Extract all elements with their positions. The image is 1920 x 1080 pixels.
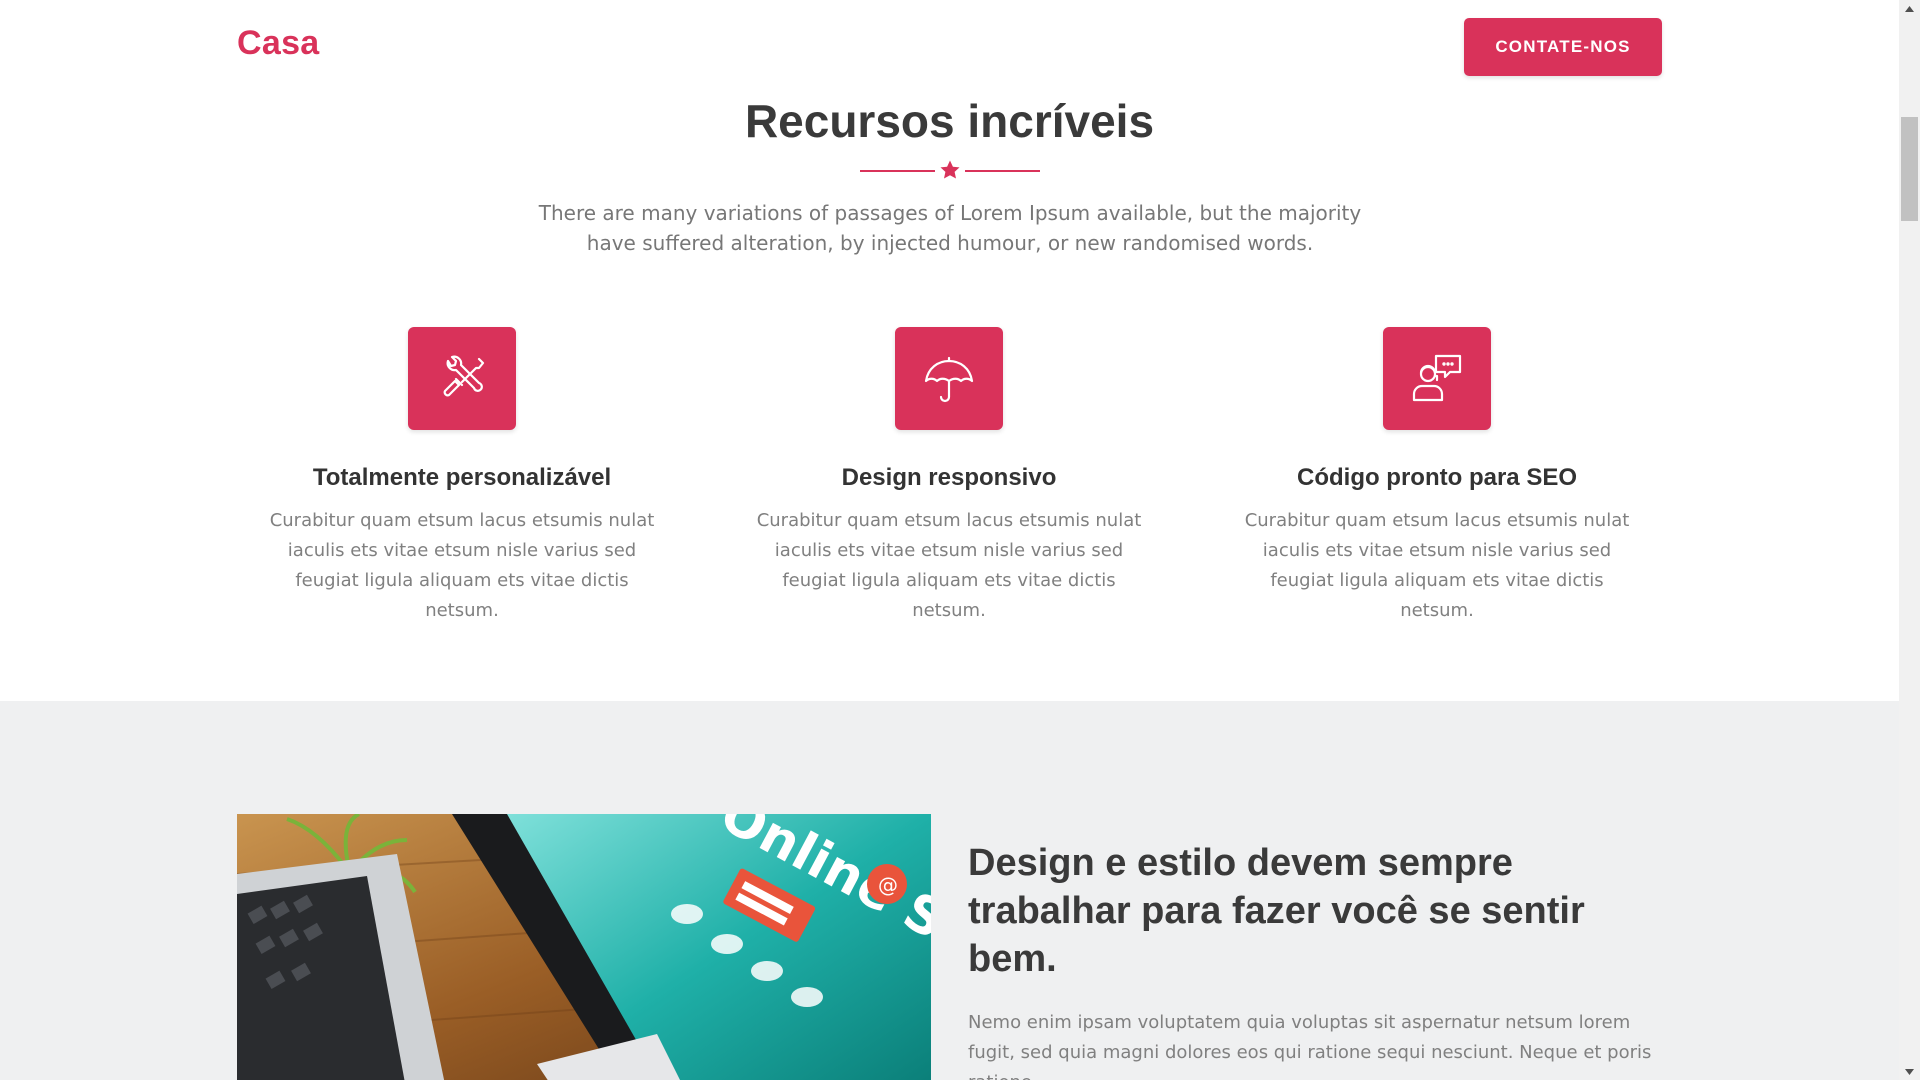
feature-icon-box [408,327,516,430]
site-header: Casa CONTATE-NOS [0,0,1899,94]
features-section: Recursos incríveis There are many variat… [0,94,1899,701]
scroll-down-arrow-icon[interactable] [1899,1063,1920,1080]
online-shopping-illustration: Online Shopping @ [237,814,931,1080]
divider-line-left [860,170,935,172]
feature-card-responsive: Design responsivo Curabitur quam etsum l… [739,327,1159,626]
feature-title: Design responsivo [841,464,1057,491]
feature-title: Totalmente personalizável [312,464,612,491]
about-text: Nemo enim ipsam voluptatem quia voluptas… [968,1012,1652,1080]
online-shopping-image: Online Shopping @ [237,814,931,1080]
scrollbar-thumb[interactable] [1901,117,1918,221]
support-chat-icon [1412,354,1462,401]
tools-icon [443,355,485,396]
features-title: Recursos incríveis [744,95,1155,147]
svg-text:@: @ [878,873,898,897]
page: Casa CONTATE-NOS Recursos incríveis Ther… [0,0,1899,1080]
umbrella-icon [924,356,974,402]
scroll-up-arrow-icon[interactable] [1899,0,1920,17]
feature-icon-box [1383,327,1491,430]
site-logo[interactable]: Casa [237,24,319,63]
star-icon [940,160,960,179]
feature-title: Código pronto para SEO [1297,464,1577,491]
title-divider [860,158,1040,184]
feature-description: Curabitur quam etsum lacus etsumis nulat… [756,510,1142,621]
features-description: There are many variations of passages of… [538,201,1362,255]
vertical-scrollbar[interactable] [1899,0,1920,1080]
divider-line-right [965,170,1040,172]
feature-icon-box [895,327,1003,430]
about-section: Online Shopping @ Design e estilo devem … [0,701,1899,1080]
feature-card-customizable: Totalmente personalizável Curabitur quam… [252,327,672,626]
feature-card-seo: Código pronto para SEO Curabitur quam et… [1227,327,1647,626]
feature-description: Curabitur quam etsum lacus etsumis nulat… [1244,510,1630,621]
about-title: Design e estilo devem sempre trabalhar p… [968,842,1585,980]
feature-description: Curabitur quam etsum lacus etsumis nulat… [269,510,655,621]
contact-us-button[interactable]: CONTATE-NOS [1464,18,1662,76]
